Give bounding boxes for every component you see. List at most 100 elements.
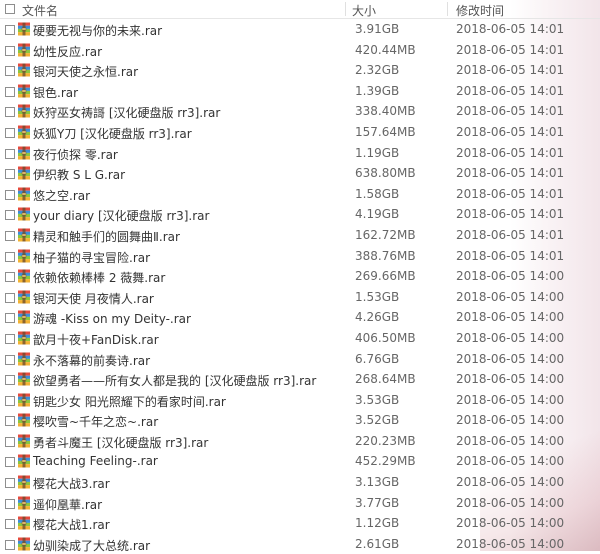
file-rows: 硬要无视与你的未来.rar 3.91GB 2018-06-05 14:01 幼性… xyxy=(0,19,600,554)
column-divider[interactable] xyxy=(447,2,448,16)
file-row[interactable]: 遥仰凰華.rar 3.77GB 2018-06-05 14:00 xyxy=(0,493,600,514)
file-row[interactable]: 依赖依赖棒棒 2 薇舞.rar 269.66MB 2018-06-05 14:0… xyxy=(0,266,600,287)
file-size: 3.77GB xyxy=(355,495,400,510)
file-row[interactable]: 樱花大战3.rar 3.13GB 2018-06-05 14:00 xyxy=(0,472,600,493)
file-row[interactable]: 歆月十夜+FanDisk.rar 406.50MB 2018-06-05 14:… xyxy=(0,328,600,349)
rar-archive-icon xyxy=(17,166,31,180)
file-checkbox[interactable] xyxy=(5,209,15,223)
file-checkbox[interactable] xyxy=(5,127,15,141)
file-row[interactable]: 樱花大战1.rar 1.12GB 2018-06-05 14:00 xyxy=(0,513,600,534)
file-checkbox[interactable] xyxy=(5,518,15,532)
file-row[interactable]: 伊织教 S L G.rar 638.80MB 2018-06-05 14:01 xyxy=(0,163,600,184)
column-header-time[interactable]: 修改时间 xyxy=(456,2,504,19)
file-modified-time: 2018-06-05 14:00 xyxy=(456,289,565,304)
file-checkbox[interactable] xyxy=(5,230,15,244)
file-checkbox[interactable] xyxy=(5,148,15,162)
rar-archive-icon xyxy=(17,516,31,530)
file-modified-time: 2018-06-05 14:00 xyxy=(456,269,565,284)
file-modified-time: 2018-06-05 14:00 xyxy=(456,475,565,490)
file-checkbox[interactable] xyxy=(5,65,15,79)
file-size: 638.80MB xyxy=(355,166,416,181)
file-name: 银河天使之永恒.rar xyxy=(33,65,139,80)
file-checkbox[interactable] xyxy=(5,168,15,182)
file-checkbox[interactable] xyxy=(5,312,15,326)
file-size: 420.44MB xyxy=(355,42,416,57)
file-checkbox[interactable] xyxy=(5,45,15,59)
rar-archive-icon xyxy=(17,475,31,489)
file-row[interactable]: 银色.rar 1.39GB 2018-06-05 14:01 xyxy=(0,81,600,102)
file-checkbox[interactable] xyxy=(5,333,15,347)
file-modified-time: 2018-06-05 14:01 xyxy=(456,124,565,139)
file-checkbox[interactable] xyxy=(5,436,15,450)
file-row[interactable]: 柚子猫的寻宝冒险.rar 388.76MB 2018-06-05 14:01 xyxy=(0,246,600,267)
file-row[interactable]: 妖狐Y刀 [汉化硬盘版 rr3].rar 157.64MB 2018-06-05… xyxy=(0,122,600,143)
file-checkbox[interactable] xyxy=(5,374,15,388)
file-modified-time: 2018-06-05 14:01 xyxy=(456,42,565,57)
file-name: 樱花大战3.rar xyxy=(33,477,110,492)
file-checkbox[interactable] xyxy=(5,498,15,512)
file-checkbox[interactable] xyxy=(5,354,15,368)
rar-archive-icon xyxy=(17,249,31,263)
file-row[interactable]: your diary [汉化硬盘版 rr3].rar 4.19GB 2018-0… xyxy=(0,204,600,225)
file-checkbox[interactable] xyxy=(5,251,15,265)
file-row[interactable]: 游魂 -Kiss on my Deity-.rar 4.26GB 2018-06… xyxy=(0,307,600,328)
file-row[interactable]: 妖狩巫女祷謌 [汉化硬盘版 rr3].rar 338.40MB 2018-06-… xyxy=(0,101,600,122)
rar-archive-icon xyxy=(17,187,31,201)
file-size: 1.58GB xyxy=(355,186,400,201)
rar-archive-icon xyxy=(17,290,31,304)
file-size: 4.26GB xyxy=(355,310,400,325)
file-checkbox[interactable] xyxy=(5,106,15,120)
file-row[interactable]: 钥匙少女 阳光照耀下的看家时间.rar 3.53GB 2018-06-05 14… xyxy=(0,390,600,411)
file-modified-time: 2018-06-05 14:01 xyxy=(456,248,565,263)
file-checkbox[interactable] xyxy=(5,292,15,306)
file-name: 樱花大战1.rar xyxy=(33,518,110,533)
rar-archive-icon xyxy=(17,372,31,386)
file-size: 1.53GB xyxy=(355,289,400,304)
file-checkbox[interactable] xyxy=(5,271,15,285)
file-name: 银河天使 月夜情人.rar xyxy=(33,291,154,306)
file-modified-time: 2018-06-05 14:01 xyxy=(456,63,565,78)
file-row[interactable]: 悠之空.rar 1.58GB 2018-06-05 14:01 xyxy=(0,184,600,205)
file-row[interactable]: 樱吹雪~千年之恋~.rar 3.52GB 2018-06-05 14:00 xyxy=(0,410,600,431)
file-checkbox[interactable] xyxy=(5,477,15,491)
file-list-header: 文件名 大小 修改时间 xyxy=(0,0,600,19)
file-size: 338.40MB xyxy=(355,104,416,119)
file-size: 6.76GB xyxy=(355,351,400,366)
file-row[interactable]: 幼性反应.rar 420.44MB 2018-06-05 14:01 xyxy=(0,40,600,61)
file-modified-time: 2018-06-05 14:01 xyxy=(456,186,565,201)
file-row[interactable]: 硬要无视与你的未来.rar 3.91GB 2018-06-05 14:01 xyxy=(0,19,600,40)
column-header-size[interactable]: 大小 xyxy=(352,2,376,19)
file-size: 3.91GB xyxy=(355,22,400,36)
file-row[interactable]: 精灵和触手们的圆舞曲Ⅱ.rar 162.72MB 2018-06-05 14:0… xyxy=(0,225,600,246)
select-all-checkbox[interactable] xyxy=(5,3,15,17)
file-row[interactable]: 勇者斗魔王 [汉化硬盘版 rr3].rar 220.23MB 2018-06-0… xyxy=(0,431,600,452)
rar-archive-icon xyxy=(17,207,31,221)
file-checkbox[interactable] xyxy=(5,395,15,409)
file-row[interactable]: Teaching Feeling-.rar 452.29MB 2018-06-0… xyxy=(0,451,600,472)
file-size: 2.61GB xyxy=(355,536,400,551)
file-checkbox[interactable] xyxy=(5,24,15,38)
file-name: your diary [汉化硬盘版 rr3].rar xyxy=(33,209,210,224)
file-row[interactable]: 永不落幕的前奏诗.rar 6.76GB 2018-06-05 14:00 xyxy=(0,349,600,370)
file-checkbox[interactable] xyxy=(5,415,15,429)
file-row[interactable]: 银河天使 月夜情人.rar 1.53GB 2018-06-05 14:00 xyxy=(0,287,600,308)
file-size: 4.19GB xyxy=(355,207,400,222)
file-name: 欲望勇者——所有女人都是我的 [汉化硬盘版 rr3].rar xyxy=(33,374,317,389)
file-modified-time: 2018-06-05 14:01 xyxy=(456,166,565,181)
file-name: 永不落幕的前奏诗.rar xyxy=(33,353,151,368)
file-row[interactable]: 夜行侦探 零.rar 1.19GB 2018-06-05 14:01 xyxy=(0,143,600,164)
file-row[interactable]: 欲望勇者——所有女人都是我的 [汉化硬盘版 rr3].rar 268.64MB … xyxy=(0,369,600,390)
file-checkbox[interactable] xyxy=(5,189,15,203)
rar-archive-icon xyxy=(17,63,31,77)
column-divider[interactable] xyxy=(345,2,346,16)
rar-archive-icon xyxy=(17,269,31,283)
file-checkbox[interactable] xyxy=(5,456,15,470)
file-size: 3.52GB xyxy=(355,413,400,428)
file-name: 悠之空.rar xyxy=(33,188,91,203)
file-checkbox[interactable] xyxy=(5,86,15,100)
file-size: 1.19GB xyxy=(355,145,400,160)
rar-archive-icon xyxy=(17,537,31,551)
file-modified-time: 2018-06-05 14:00 xyxy=(456,433,565,448)
file-row[interactable]: 银河天使之永恒.rar 2.32GB 2018-06-05 14:01 xyxy=(0,60,600,81)
column-header-name[interactable]: 文件名 xyxy=(22,2,58,19)
